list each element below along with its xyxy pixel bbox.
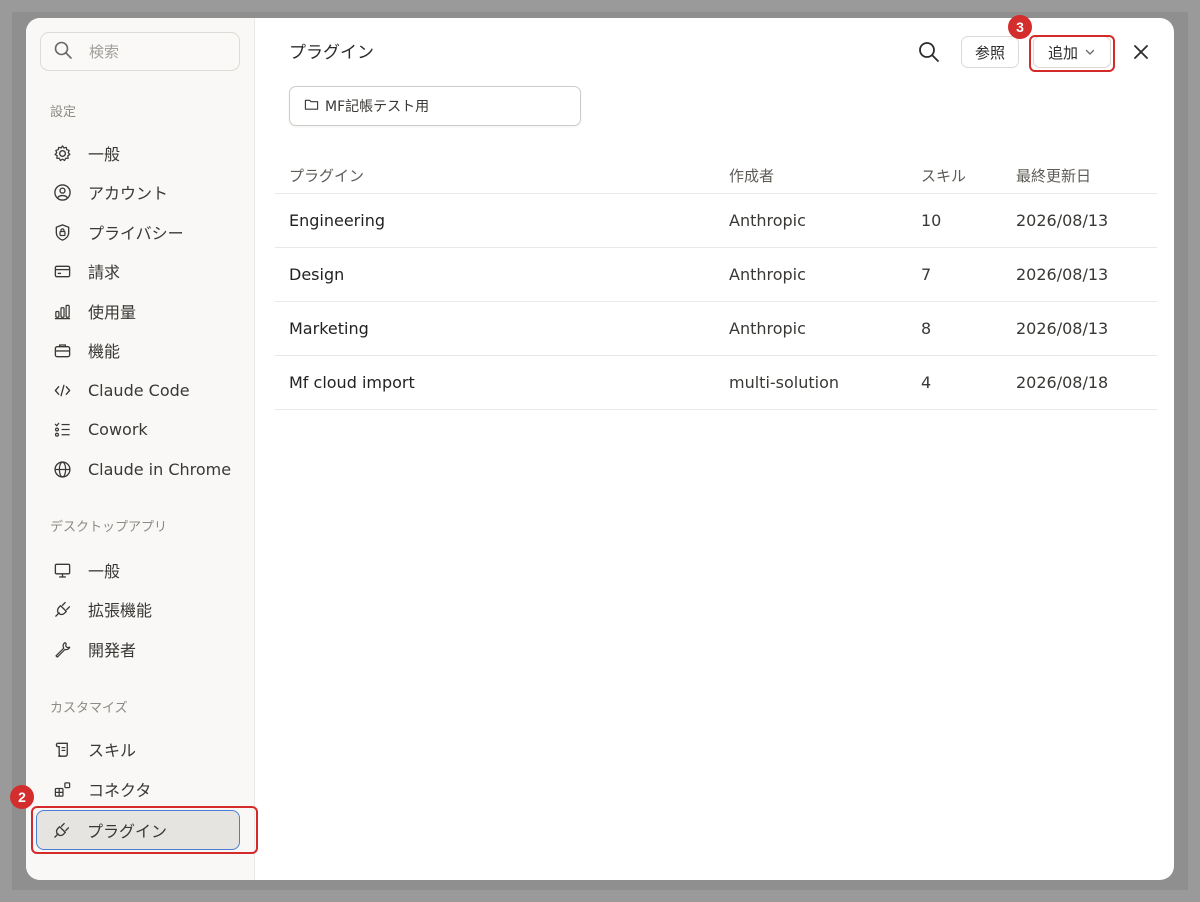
highlight-add-button bbox=[1029, 35, 1115, 72]
plugin-updated-date: 2026/08/13 bbox=[1016, 211, 1109, 230]
step-badge-2: 2 bbox=[10, 785, 34, 809]
table-row[interactable]: Mf cloud import multi-solution 4 2026/08… bbox=[275, 356, 1157, 410]
browse-label: 参照 bbox=[974, 43, 1005, 62]
sidebar-search-input[interactable]: 検索 bbox=[40, 32, 240, 71]
table-header: プラグイン 作成者 スキル 最終更新日 bbox=[275, 158, 1157, 194]
search-placeholder: 検索 bbox=[89, 43, 120, 61]
sidebar-item-claude-in-chrome[interactable]: Claude in Chrome bbox=[38, 452, 242, 486]
sidebar-item-label: 開発者 bbox=[88, 641, 137, 660]
sidebar-item-desktop-general[interactable]: 一般 bbox=[38, 553, 242, 587]
wrench-icon bbox=[50, 639, 74, 659]
code-icon bbox=[50, 380, 74, 400]
plugin-skill-count: 4 bbox=[921, 373, 932, 392]
shield-lock-icon bbox=[50, 222, 74, 242]
user-circle-icon bbox=[50, 182, 74, 202]
briefcase-icon bbox=[50, 340, 74, 360]
search-icon bbox=[53, 40, 73, 64]
search-icon[interactable] bbox=[917, 40, 941, 64]
column-header-skills[interactable]: スキル bbox=[921, 165, 1016, 186]
bar-chart-icon bbox=[50, 301, 74, 321]
section-label-settings: 設定 bbox=[50, 105, 77, 120]
browse-button[interactable]: 参照 bbox=[961, 36, 1019, 68]
plugin-author: Anthropic bbox=[729, 211, 806, 230]
connector-icon bbox=[50, 779, 74, 799]
credit-card-icon bbox=[50, 261, 74, 281]
monitor-icon bbox=[50, 560, 74, 580]
sidebar-item-label: Cowork bbox=[88, 419, 148, 439]
sidebar-item-claude-code[interactable]: Claude Code bbox=[38, 373, 242, 407]
plugins-table: プラグイン 作成者 スキル 最終更新日 Engineering Anthropi… bbox=[275, 158, 1157, 410]
settings-sidebar: 検索 設定 一般 アカウント プライバシー 請求 使用量 機能 Claude C… bbox=[26, 18, 255, 880]
sidebar-item-label: 機能 bbox=[88, 342, 121, 361]
scroll-icon bbox=[50, 739, 74, 759]
plugin-name: Engineering bbox=[289, 211, 385, 230]
sidebar-item-label: スキル bbox=[88, 741, 137, 760]
checklist-icon bbox=[50, 419, 74, 439]
close-button[interactable] bbox=[1129, 40, 1153, 64]
sidebar-item-label: 使用量 bbox=[88, 303, 137, 322]
project-folder-chip[interactable]: MF記帳テスト用 bbox=[289, 86, 581, 126]
column-header-author[interactable]: 作成者 bbox=[729, 165, 921, 186]
sidebar-item-cowork[interactable]: Cowork bbox=[38, 412, 242, 446]
sidebar-item-label: 一般 bbox=[88, 562, 121, 581]
column-header-plugin[interactable]: プラグイン bbox=[275, 165, 729, 186]
step-badge-3: 3 bbox=[1008, 15, 1032, 39]
sidebar-item-privacy[interactable]: プライバシー bbox=[38, 215, 242, 249]
close-icon bbox=[1129, 45, 1153, 68]
plugin-author: Anthropic bbox=[729, 319, 806, 338]
plug-icon bbox=[50, 599, 74, 619]
sidebar-item-developer[interactable]: 開発者 bbox=[38, 632, 242, 666]
plugin-updated-date: 2026/08/18 bbox=[1016, 373, 1109, 392]
sidebar-item-label: Claude in Chrome bbox=[88, 459, 232, 479]
sidebar-item-label: アカウント bbox=[88, 184, 169, 203]
sidebar-item-features[interactable]: 機能 bbox=[38, 333, 242, 367]
plugin-name: Design bbox=[289, 265, 345, 284]
highlight-plugins-item bbox=[31, 806, 258, 854]
sidebar-item-label: Claude Code bbox=[88, 380, 190, 400]
table-row[interactable]: Marketing Anthropic 8 2026/08/13 bbox=[275, 302, 1157, 356]
sidebar-item-billing[interactable]: 請求 bbox=[38, 254, 242, 288]
page-title: プラグイン bbox=[289, 43, 374, 63]
table-row[interactable]: Design Anthropic 7 2026/08/13 bbox=[275, 248, 1157, 302]
plugin-author: multi-solution bbox=[729, 373, 840, 392]
settings-dialog: 検索 設定 一般 アカウント プライバシー 請求 使用量 機能 Claude C… bbox=[26, 18, 1174, 880]
sidebar-item-label: 請求 bbox=[88, 263, 121, 282]
plugin-name: Marketing bbox=[289, 319, 369, 338]
sidebar-item-skills[interactable]: スキル bbox=[38, 732, 242, 766]
sidebar-item-usage[interactable]: 使用量 bbox=[38, 294, 242, 328]
sidebar-item-general[interactable]: 一般 bbox=[38, 136, 242, 170]
plugins-panel: プラグイン 参照 MF記帳テスト用 プラグイン 作成者 スキル 最終更新日 En… bbox=[255, 18, 1174, 880]
globe-icon bbox=[50, 459, 74, 479]
folder-chip-label: MF記帳テスト用 bbox=[325, 99, 430, 115]
sidebar-item-label: プライバシー bbox=[88, 224, 184, 243]
section-label-customize: カスタマイズ bbox=[50, 701, 128, 716]
section-label-desktop-app: デスクトップアプリ bbox=[50, 520, 168, 535]
table-row[interactable]: Engineering Anthropic 10 2026/08/13 bbox=[275, 194, 1157, 248]
sidebar-item-connectors[interactable]: コネクタ bbox=[38, 772, 242, 806]
plugin-skill-count: 7 bbox=[921, 265, 932, 284]
plugin-name: Mf cloud import bbox=[289, 373, 415, 392]
sidebar-item-account[interactable]: アカウント bbox=[38, 175, 242, 209]
sidebar-item-label: 一般 bbox=[88, 145, 121, 164]
plugin-author: Anthropic bbox=[729, 265, 806, 284]
plugin-updated-date: 2026/08/13 bbox=[1016, 265, 1109, 284]
sidebar-item-label: コネクタ bbox=[88, 781, 152, 800]
plugin-skill-count: 10 bbox=[921, 211, 942, 230]
sidebar-item-extensions[interactable]: 拡張機能 bbox=[38, 592, 242, 626]
plugin-updated-date: 2026/08/13 bbox=[1016, 319, 1109, 338]
column-header-last-updated[interactable]: 最終更新日 bbox=[1016, 165, 1157, 186]
sidebar-item-label: 拡張機能 bbox=[88, 601, 153, 620]
folder-icon bbox=[304, 97, 325, 116]
gear-icon bbox=[50, 143, 74, 163]
plugin-skill-count: 8 bbox=[921, 319, 932, 338]
